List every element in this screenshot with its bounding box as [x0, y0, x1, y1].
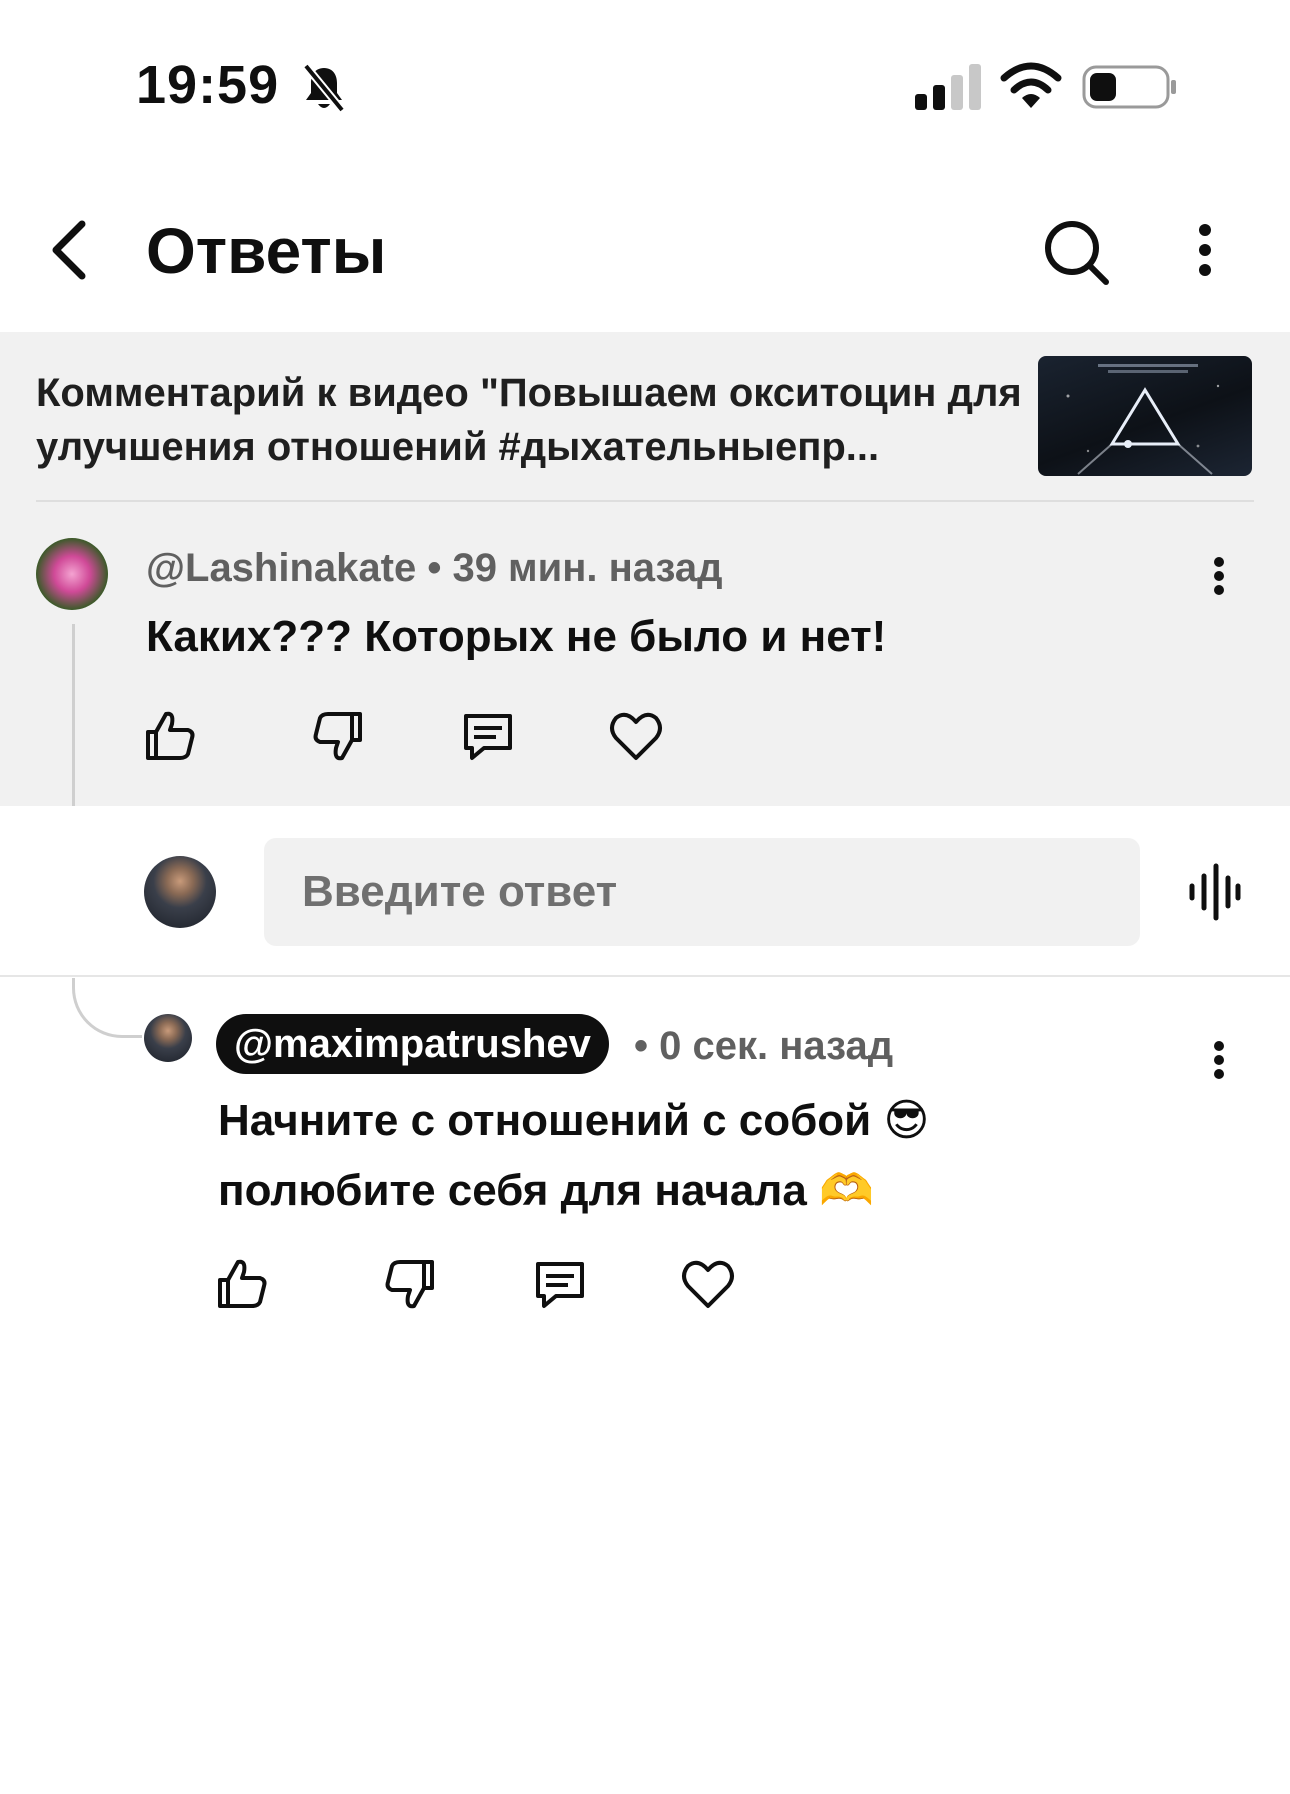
- dislike-icon[interactable]: [308, 706, 368, 766]
- bell-off-icon: [302, 63, 346, 113]
- comment-text: Каких??? Которых не было и нет!: [146, 612, 887, 661]
- comment-author[interactable]: @Lashinakate: [146, 546, 416, 590]
- reply-icon[interactable]: [458, 706, 518, 766]
- video-thumbnail[interactable]: [1038, 356, 1252, 476]
- comment-line: полюбите себя для начала 🫶: [218, 1166, 874, 1215]
- avatar[interactable]: [36, 538, 108, 610]
- divider: [0, 975, 1290, 977]
- comment-time: 39 мин. назад: [452, 546, 723, 590]
- battery-icon: [1082, 65, 1176, 109]
- parent-comment-area: Комментарий к видео "Повышаем окситоцин …: [0, 332, 1290, 806]
- video-reference-text[interactable]: Комментарий к видео "Повышаем окситоцин …: [36, 366, 1026, 474]
- more-vertical-icon[interactable]: [1180, 210, 1230, 290]
- like-icon[interactable]: [140, 706, 200, 766]
- search-icon[interactable]: [1036, 210, 1116, 290]
- thread-line: [72, 624, 75, 806]
- voice-wave-icon[interactable]: [1186, 862, 1242, 922]
- avatar: [144, 856, 216, 928]
- reply-icon[interactable]: [530, 1254, 590, 1314]
- like-icon[interactable]: [212, 1254, 272, 1314]
- comment-text: Начните с отношений с собой 😎 полюбите с…: [218, 1086, 1168, 1226]
- comment-more-icon[interactable]: [1204, 546, 1234, 606]
- reply-input[interactable]: [264, 838, 1140, 946]
- app-header: Ответы: [0, 180, 1290, 330]
- back-arrow-icon[interactable]: [40, 210, 100, 290]
- heart-icon[interactable]: [606, 706, 666, 766]
- thread-connector: [72, 978, 142, 1038]
- comment-meta: @Lashinakate • 39 мин. назад: [146, 546, 723, 590]
- signal-icon: [915, 64, 981, 110]
- heart-icon[interactable]: [678, 1254, 738, 1314]
- reply-bar: [0, 806, 1290, 976]
- comment-time: 0 сек. назад: [659, 1024, 894, 1068]
- comment-meta: • 0 сек. назад: [634, 1024, 894, 1068]
- page-title: Ответы: [146, 215, 387, 287]
- highlighted-author[interactable]: @maximpatrushev: [216, 1014, 609, 1074]
- status-time: 19:59: [136, 55, 280, 115]
- wifi-icon: [1000, 62, 1062, 108]
- comment-more-icon[interactable]: [1204, 1030, 1234, 1090]
- status-bar: 19:59: [0, 0, 1290, 150]
- avatar[interactable]: [144, 1014, 192, 1062]
- triangle-logo-icon: [1066, 364, 1220, 475]
- comment-line: Начните с отношений с собой 😎: [218, 1096, 930, 1145]
- divider: [36, 500, 1254, 502]
- dislike-icon[interactable]: [380, 1254, 440, 1314]
